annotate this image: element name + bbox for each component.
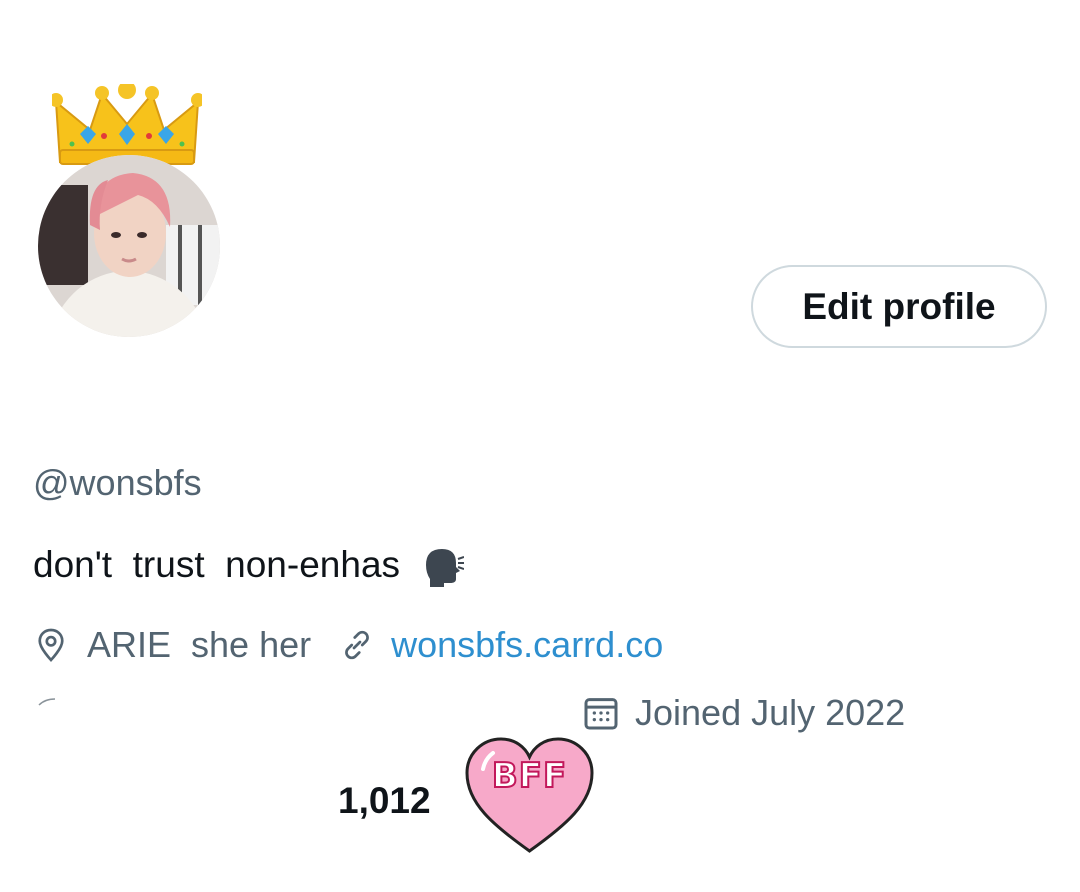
heart-sticker-text: BFF	[491, 755, 568, 797]
joined-date: Joined July 2022	[635, 692, 906, 733]
speaking-head-icon	[426, 549, 465, 587]
profile-bio: don't trust non-enhas	[33, 543, 465, 587]
link-icon	[345, 630, 369, 660]
profile-location: ARIE she her	[87, 624, 312, 665]
avatar-photo	[38, 155, 220, 337]
avatar[interactable]	[38, 155, 220, 337]
profile-handle: @wonsbfs	[33, 462, 202, 503]
profile-meta: ARIE she her wonsbfs.carrd.co	[33, 624, 663, 666]
profile-joined: Joined July 2022	[581, 692, 905, 734]
edit-profile-button[interactable]: Edit profile	[751, 265, 1047, 348]
partial-icon	[38, 698, 56, 706]
bio-text: don't trust non-enhas	[33, 544, 401, 585]
following-count[interactable]: 1,012	[338, 780, 431, 822]
calendar-icon	[584, 698, 618, 730]
location-pin-icon	[38, 628, 64, 662]
profile-website-link[interactable]: wonsbfs.carrd.co	[391, 624, 663, 666]
